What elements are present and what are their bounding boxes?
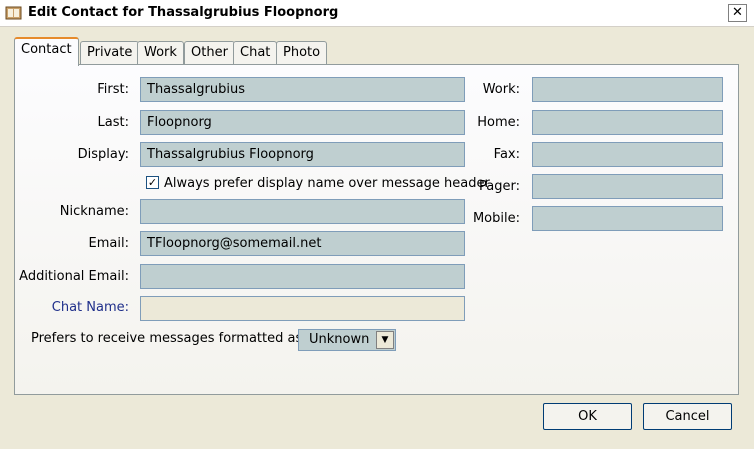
mobile-field[interactable] bbox=[532, 206, 723, 231]
tab-label: Chat bbox=[240, 45, 271, 60]
tab-label: Private bbox=[87, 45, 133, 60]
tab-photo[interactable]: Photo bbox=[276, 41, 328, 65]
display-name-label: Display: bbox=[77, 147, 129, 162]
close-icon: ✕ bbox=[732, 5, 743, 20]
tab-other[interactable]: Other bbox=[184, 41, 235, 65]
tab-work[interactable]: Work bbox=[137, 41, 184, 65]
window-title: Edit Contact for Thassalgrubius Floopnor… bbox=[28, 5, 339, 20]
cancel-label: Cancel bbox=[665, 409, 710, 424]
tab-label: Contact bbox=[21, 42, 72, 57]
format-label: Prefers to receive messages formatted as… bbox=[31, 331, 307, 346]
first-name-value: Thassalgrubius bbox=[147, 82, 245, 97]
work-phone-field[interactable] bbox=[532, 77, 723, 102]
last-name-value: Floopnorg bbox=[147, 115, 212, 130]
check-icon: ✓ bbox=[147, 176, 158, 189]
tab-label: Other bbox=[191, 45, 228, 60]
mobile-label: Mobile: bbox=[472, 211, 520, 226]
email-field[interactable]: TFloopnorg@somemail.net bbox=[140, 231, 465, 256]
display-name-value: Thassalgrubius Floopnorg bbox=[147, 147, 314, 162]
email-label: Email: bbox=[88, 236, 129, 251]
last-name-field[interactable]: Floopnorg bbox=[140, 110, 465, 135]
prefer-display-checkbox[interactable]: ✓ bbox=[146, 176, 159, 189]
chat-name-label: Chat Name: bbox=[51, 300, 129, 315]
title-bar[interactable]: Edit Contact for Thassalgrubius Floopnor… bbox=[0, 0, 754, 27]
edit-contact-dialog: Edit Contact for Thassalgrubius Floopnor… bbox=[0, 0, 754, 449]
email-value: TFloopnorg@somemail.net bbox=[147, 236, 322, 251]
tab-label: Work bbox=[144, 45, 177, 60]
nickname-field[interactable] bbox=[140, 199, 465, 224]
pager-label: Pager: bbox=[479, 179, 520, 194]
fax-field[interactable] bbox=[532, 142, 723, 167]
last-name-label: Last: bbox=[97, 115, 129, 130]
tab-label: Photo bbox=[283, 45, 321, 60]
fax-label: Fax: bbox=[493, 147, 520, 162]
pager-field[interactable] bbox=[532, 174, 723, 199]
cancel-button[interactable]: Cancel bbox=[643, 403, 732, 430]
close-button[interactable]: ✕ bbox=[728, 4, 747, 22]
nickname-label: Nickname: bbox=[59, 204, 129, 219]
tab-contact[interactable]: Contact bbox=[14, 37, 79, 66]
first-name-field[interactable]: Thassalgrubius bbox=[140, 77, 465, 102]
format-select[interactable]: Unknown ▼ bbox=[298, 329, 396, 351]
chat-name-field[interactable] bbox=[140, 296, 465, 321]
ok-label: OK bbox=[578, 409, 597, 424]
home-phone-label: Home: bbox=[477, 115, 520, 130]
format-value: Unknown bbox=[309, 332, 370, 347]
first-name-label: First: bbox=[97, 82, 129, 97]
address-book-icon bbox=[5, 5, 23, 21]
tab-chat[interactable]: Chat bbox=[233, 41, 278, 65]
ok-button[interactable]: OK bbox=[543, 403, 632, 430]
prefer-display-label: Always prefer display name over message … bbox=[164, 176, 490, 191]
tab-private[interactable]: Private bbox=[80, 41, 140, 65]
chevron-down-icon[interactable]: ▼ bbox=[376, 331, 394, 349]
additional-email-field[interactable] bbox=[140, 264, 465, 289]
work-phone-label: Work: bbox=[482, 82, 520, 97]
additional-email-label: Additional Email: bbox=[19, 269, 129, 284]
display-name-field[interactable]: Thassalgrubius Floopnorg bbox=[140, 142, 465, 167]
home-phone-field[interactable] bbox=[532, 110, 723, 135]
